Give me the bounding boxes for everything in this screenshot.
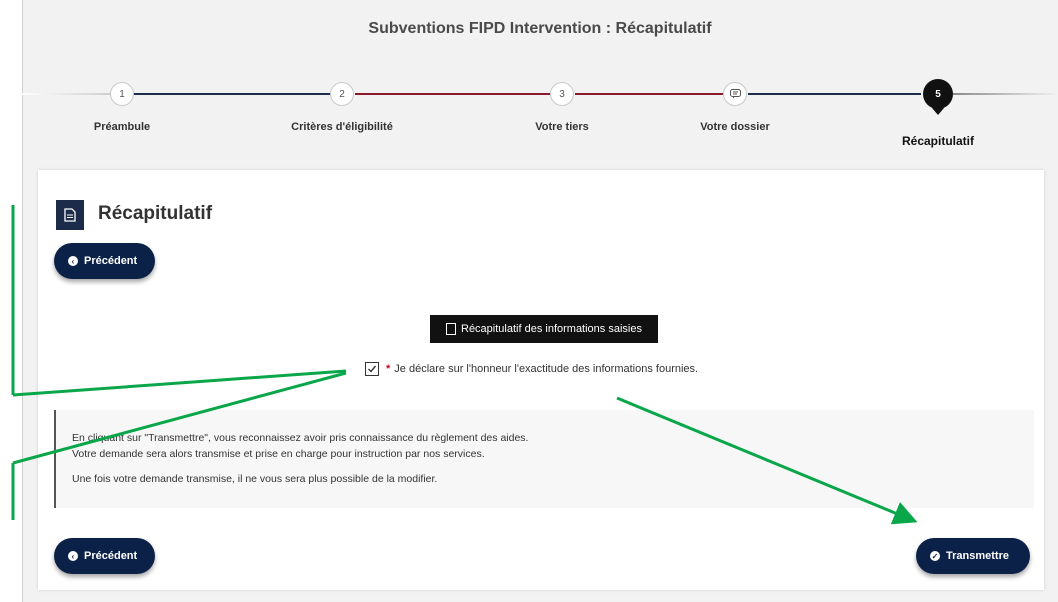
annotation-overlay [11, 205, 918, 525]
annotation-line [12, 369, 347, 397]
annotation-line [12, 371, 347, 465]
annotation-arrow [616, 396, 918, 525]
